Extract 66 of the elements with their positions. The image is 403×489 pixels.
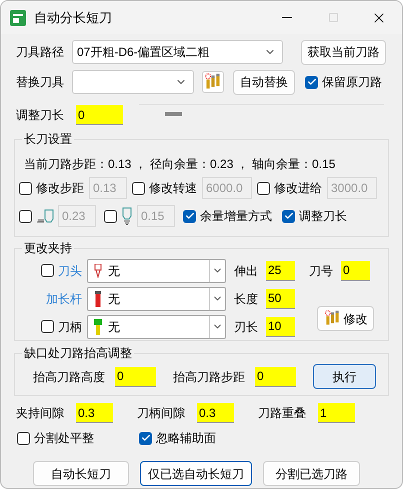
checkbox[interactable] (305, 76, 318, 88)
label: 刀柄间隙 (137, 405, 186, 422)
checkbox[interactable] (282, 210, 295, 222)
label: 刀头 (58, 262, 82, 280)
button[interactable]: 获取当前刀路 (301, 40, 386, 64)
dropdown[interactable]: 无 (87, 286, 226, 310)
button[interactable]: 分割已选刀路 (263, 461, 360, 486)
label: 余量增量方式 (200, 208, 272, 225)
label: 调整刀长 (16, 107, 65, 124)
input-field[interactable]: 25 (266, 260, 295, 280)
dropdown[interactable]: 07开粗-D6-偏置区域二粗 (72, 40, 283, 64)
input-field[interactable]: 1 (318, 403, 355, 423)
checkbox[interactable] (183, 210, 196, 222)
label: 加长杆 (46, 290, 82, 308)
input-field[interactable]: 0 (76, 105, 123, 125)
label: 修改转速 (149, 180, 197, 197)
checkbox[interactable] (41, 320, 54, 333)
label: 保留原刀路 (322, 74, 382, 91)
button[interactable]: 自动替换 (233, 70, 295, 94)
dropdown[interactable]: 无 (87, 258, 226, 282)
slider-thumb[interactable] (164, 112, 182, 116)
radial-allowance-icon (36, 209, 54, 223)
group-title: 缺口处刀路抬高调整 (22, 344, 134, 362)
checkbox[interactable] (17, 432, 30, 444)
tool-holder-icon (94, 318, 102, 334)
tool-library-button[interactable] (202, 71, 224, 93)
window-title: 自动分长短刀 (34, 8, 112, 27)
modify-button[interactable]: 修改 (317, 306, 374, 331)
input-field[interactable]: 0 (255, 366, 296, 386)
checkbox[interactable] (139, 432, 152, 444)
label: 修改步距 (36, 180, 84, 197)
button[interactable]: 仅已选自动长短刀 (140, 461, 252, 486)
minimize-icon (282, 17, 292, 18)
tools-icon (204, 73, 222, 91)
label: 刃长 (234, 318, 259, 336)
label: 伸出 (234, 262, 259, 280)
label: 长度 (234, 290, 259, 308)
label: 夹持间隙 (16, 405, 65, 422)
extension-rod-icon (94, 290, 102, 306)
dropdown[interactable]: 无 (87, 314, 226, 338)
button[interactable]: 自动长短刀 (33, 461, 129, 486)
label: 刀号 (309, 262, 334, 280)
cutter-head-icon (94, 264, 102, 278)
info-text: 当前刀路步距：0.13 ， 径向余量：0.23 ， 轴向余量：0.15 (24, 156, 336, 173)
axial-allowance-icon (121, 207, 133, 225)
input-field[interactable]: 50 (266, 288, 295, 308)
input-field[interactable]: 0.3 (197, 403, 234, 423)
app-icon (10, 10, 26, 26)
input-field[interactable]: 10 (266, 316, 295, 336)
label: 刀柄 (58, 318, 82, 336)
label: 调整刀长 (299, 208, 347, 225)
label: 刀具路径 (16, 44, 65, 61)
label: 抬高刀路步距 (173, 368, 246, 386)
label: 刀路重叠 (258, 405, 307, 422)
label: 修改进给 (274, 180, 322, 197)
checkbox[interactable] (41, 264, 54, 277)
input-field[interactable]: 0.3 (76, 403, 113, 423)
label: 忽略辅助面 (156, 430, 216, 447)
input-field[interactable]: 0 (341, 260, 370, 280)
label: 抬高刀路高度 (33, 368, 106, 386)
execute-button[interactable]: 执行 (313, 364, 376, 389)
label: 分割处平整 (34, 430, 94, 447)
input-field[interactable]: 0 (115, 366, 156, 386)
label: 替换刀具 (16, 74, 65, 91)
group-title: 更改夹持 (22, 239, 74, 257)
tools-icon (324, 310, 340, 327)
